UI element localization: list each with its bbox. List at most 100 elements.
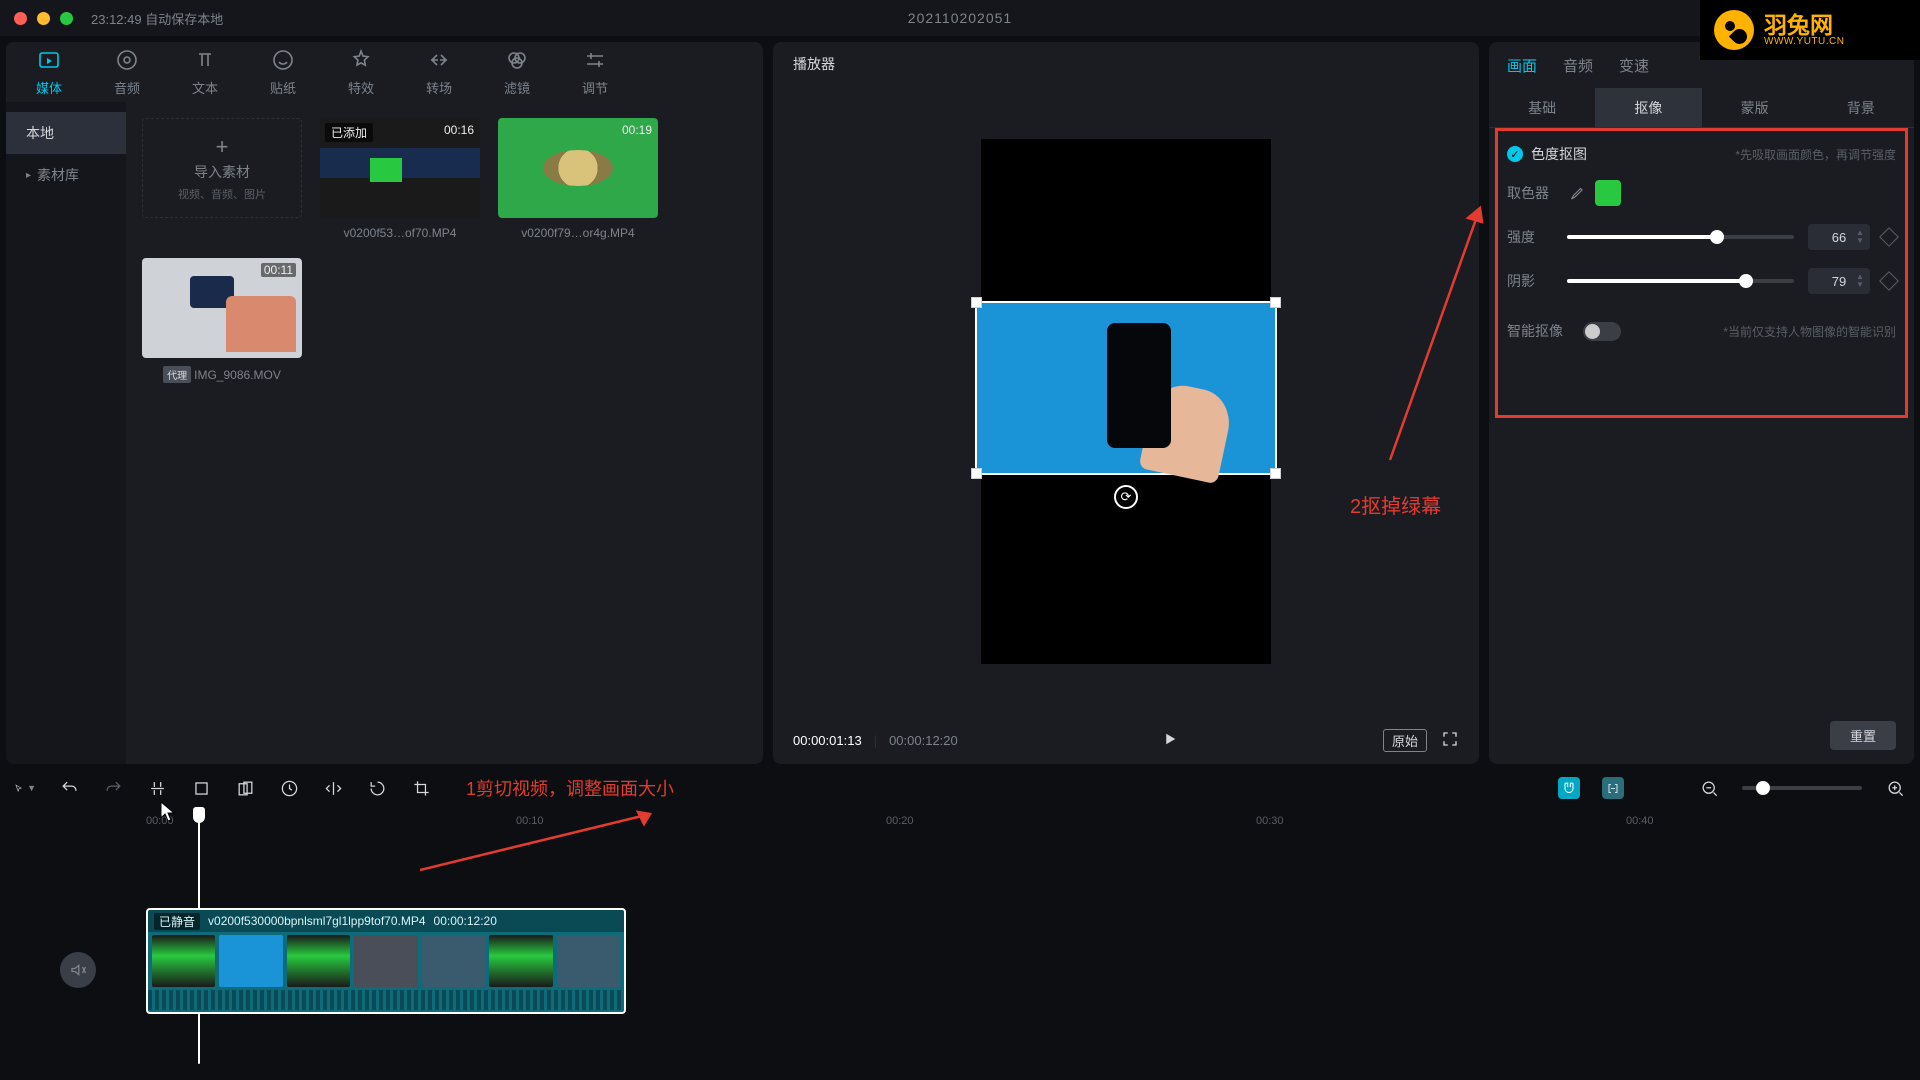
ruler-tick: 00:00 [146,815,174,827]
annotation-2-text: 2抠掉绿幕 [1350,490,1441,519]
media-clip[interactable]: 00:11 代理IMG_9086.MOV [142,258,302,383]
link-button[interactable] [1602,777,1624,799]
tab-sticker-label: 贴纸 [270,78,296,97]
maximize-window-button[interactable] [60,12,73,25]
selected-clip-frame[interactable]: ⟳ [975,301,1277,475]
shadow-slider[interactable] [1567,279,1794,283]
chevron-down-icon: ▼ [27,783,36,793]
project-name: 202110202051 [908,10,1012,26]
selection-tool[interactable]: ▼ [14,777,36,799]
subtab-background[interactable]: 背景 [1808,88,1914,127]
resize-handle-tr[interactable] [1270,297,1281,308]
zoom-in-button[interactable] [1884,777,1906,799]
spinner-buttons[interactable]: ▲▼ [1856,268,1868,294]
magnetic-button[interactable] [1558,777,1580,799]
clip-thumbnails [148,932,624,990]
tab-text[interactable]: 文本 [170,42,240,102]
clip-filename: v0200f53…of70.MP4 [320,226,480,240]
resize-handle-br[interactable] [1270,468,1281,479]
keyframe-button[interactable] [1879,227,1899,247]
tab-filter[interactable]: 滤镜 [482,42,552,102]
minimize-window-button[interactable] [37,12,50,25]
watermark-logo: 羽兔网 WWW.YUTU.CN [1700,0,1920,60]
window-controls [14,12,73,25]
yutu-logo-icon [1714,10,1754,50]
zoom-slider[interactable] [1742,786,1862,790]
undo-button[interactable] [58,777,80,799]
mirror-button[interactable] [322,777,344,799]
tab-effect[interactable]: 特效 [326,42,396,102]
transition-icon [427,48,451,72]
subtab-cutout[interactable]: 抠像 [1595,88,1701,127]
resize-handle-tl[interactable] [971,297,982,308]
player-stage[interactable]: ⟳ [773,86,1479,716]
sidebar-item-local[interactable]: 本地 [6,112,126,154]
tab-text-label: 文本 [192,78,218,97]
intensity-value[interactable]: 66▲▼ [1808,224,1870,250]
timeline-clip[interactable]: 已静音 v0200f530000bpnlsml7gl1lpp9tof70.MP4… [146,908,626,1014]
player-panel: 播放器 ⟳ 00:00:01:13 | 00:00:12:20 原始 [773,42,1479,764]
rotate-handle[interactable]: ⟳ [1114,485,1138,509]
subtab-mask[interactable]: 蒙版 [1702,88,1808,127]
fullscreen-button[interactable] [1441,730,1459,751]
keyframe-button[interactable] [1879,271,1899,291]
zoom-out-button[interactable] [1698,777,1720,799]
spinner-buttons[interactable]: ▲▼ [1856,224,1868,250]
proxy-tag: 代理 [163,366,191,383]
timeline-tracks[interactable]: 已静音 v0200f530000bpnlsml7gl1lpp9tof70.MP4… [10,834,1914,1054]
speed-button[interactable] [278,777,300,799]
play-button[interactable] [1161,730,1179,751]
split-button[interactable] [146,777,168,799]
clip-thumbnail: 00:19 [498,118,658,218]
media-grid: + 导入素材 视频、音频、图片 已添加 00:16 v0200f53…of70.… [126,102,763,764]
color-swatch[interactable] [1595,180,1621,206]
tab-audio[interactable]: 音频 [92,42,162,102]
ruler-tick: 00:30 [1256,815,1284,827]
timeline-panel: ▼ 1剪切视频，调整画面大小 00:00 00:10 00:20 00:30 0… [0,764,1920,1074]
inspector-body: ✓ 色度抠图 *先吸取画面颜色，再调节强度 取色器 强度 66▲▼ 阴影 [1489,128,1914,764]
timeline-ruler[interactable]: 00:00 00:10 00:20 00:30 00:40 [146,808,1914,834]
eyedropper-button[interactable] [1567,184,1585,202]
reset-button[interactable]: 重置 [1830,721,1896,750]
tab-sticker[interactable]: 贴纸 [248,42,318,102]
media-clip[interactable]: 已添加 00:16 v0200f53…of70.MP4 [320,118,480,240]
text-icon [193,48,217,72]
tab-media[interactable]: 媒体 [14,42,84,102]
subtab-basic[interactable]: 基础 [1489,88,1595,127]
sidebar-item-library[interactable]: ▸ 素材库 [6,154,126,196]
shadow-value[interactable]: 79▲▼ [1808,268,1870,294]
crop-button[interactable] [234,777,256,799]
import-media-button[interactable]: + 导入素材 视频、音频、图片 [142,118,302,240]
player-canvas[interactable]: ⟳ [981,139,1271,664]
tab-picture[interactable]: 画面 [1503,49,1541,82]
tab-filter-label: 滤镜 [504,78,530,97]
main-tabs: 媒体 音频 文本 贴纸 特效 转场 [6,42,763,102]
delete-button[interactable] [190,777,212,799]
tab-speed[interactable]: 变速 [1615,49,1653,82]
smart-cutout-toggle[interactable] [1583,322,1621,341]
track-mute-button[interactable] [60,952,96,988]
redo-button[interactable] [102,777,124,799]
media-clip[interactable]: 00:19 v0200f79…or4g.MP4 [498,118,658,240]
sidebar-item-label: 本地 [26,123,54,143]
adjust-icon [583,48,607,72]
resize-handle-bl[interactable] [971,468,982,479]
preview-phone [1107,323,1171,448]
tab-media-label: 媒体 [36,78,62,97]
original-ratio-button[interactable]: 原始 [1383,729,1427,752]
sidebar-item-label: 素材库 [37,165,79,185]
tab-audio-inspector[interactable]: 音频 [1559,49,1597,82]
timeline-toolbar: ▼ 1剪切视频，调整画面大小 [6,768,1914,808]
tab-adjust[interactable]: 调节 [560,42,630,102]
rotate-button[interactable] [366,777,388,799]
clip-duration: 00:16 [444,123,474,137]
intensity-slider[interactable] [1567,235,1794,239]
chevron-right-icon: ▸ [26,170,31,181]
chroma-checkbox[interactable]: ✓ [1507,146,1523,162]
tab-adjust-label: 调节 [582,78,608,97]
yutu-logo-text: 羽兔网 [1764,14,1845,37]
tab-transition[interactable]: 转场 [404,42,474,102]
ruler-tick: 00:20 [886,815,914,827]
close-window-button[interactable] [14,12,27,25]
crop-frame-button[interactable] [410,777,432,799]
